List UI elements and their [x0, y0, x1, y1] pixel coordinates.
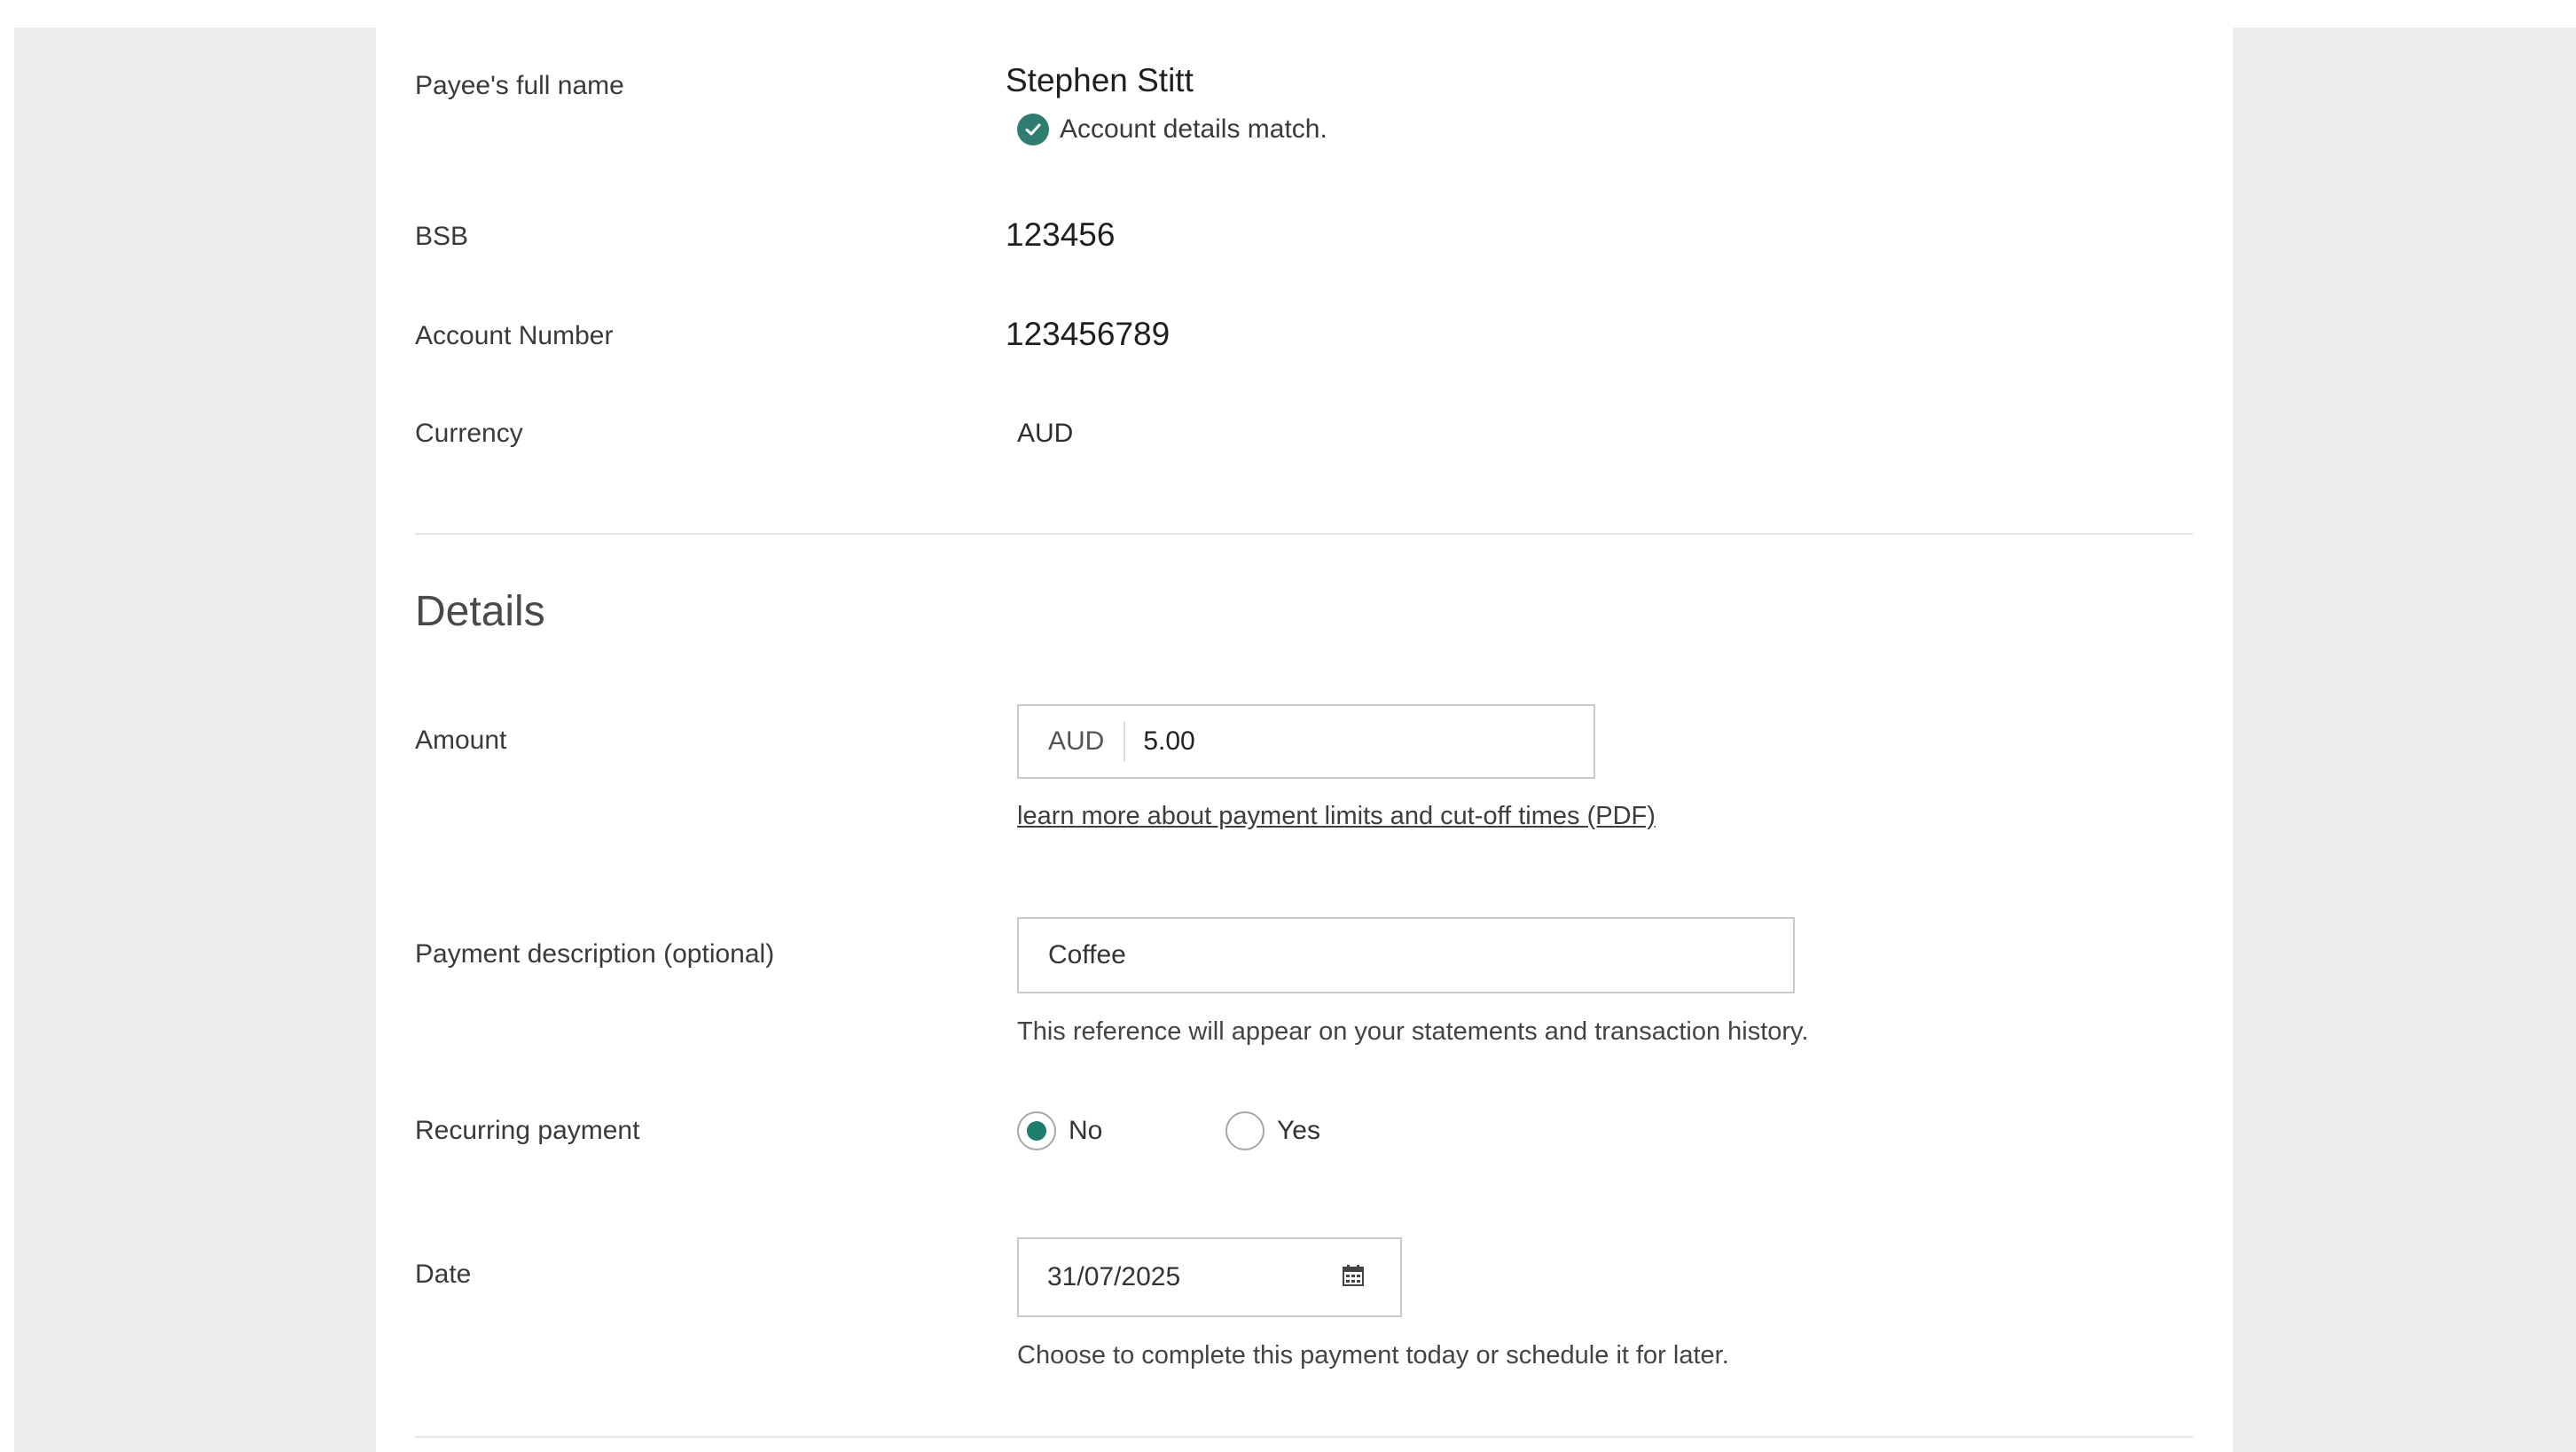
amount-input[interactable]: AUD 5.00 — [1017, 704, 1595, 779]
payment-description-label: Payment description (optional) — [415, 939, 775, 969]
recurring-payment-label: Recurring payment — [415, 1116, 640, 1145]
account-match-text: Account details match. — [1060, 114, 1327, 144]
section-divider — [415, 533, 2193, 535]
payee-name-value: Stephen Stitt — [1006, 62, 1194, 98]
payment-limits-link[interactable]: learn more about payment limits and cut-… — [1017, 802, 1656, 831]
details-heading: Details — [415, 588, 545, 635]
calendar-icon[interactable] — [1342, 1264, 1365, 1291]
radio-selected-icon[interactable] — [1017, 1111, 1056, 1150]
payment-description-input[interactable]: Coffee — [1017, 917, 1795, 993]
date-label: Date — [415, 1260, 472, 1289]
recurring-option-no[interactable]: No — [1017, 1110, 1102, 1152]
account-number-value: 123456789 — [1006, 316, 1171, 352]
amount-currency-prefix: AUD — [1019, 722, 1126, 761]
payment-description-hint: This reference will appear on your state… — [1017, 1017, 1809, 1046]
account-number-label: Account Number — [415, 321, 614, 350]
date-hint: Choose to complete this payment today or… — [1017, 1341, 1729, 1370]
bsb-label: BSB — [415, 222, 469, 251]
radio-unselected-icon[interactable] — [1225, 1111, 1265, 1150]
bsb-value: 123456 — [1006, 216, 1116, 253]
section-divider-bottom — [415, 1436, 2193, 1438]
currency-value: AUD — [1017, 419, 1074, 448]
date-input[interactable]: 31/07/2025 — [1017, 1237, 1402, 1317]
payee-name-label: Payee's full name — [415, 71, 624, 100]
recurring-option-no-label: No — [1069, 1116, 1103, 1145]
amount-value[interactable]: 5.00 — [1125, 726, 1194, 757]
amount-label: Amount — [415, 726, 507, 755]
date-value[interactable]: 31/07/2025 — [1047, 1262, 1180, 1292]
check-circle-icon — [1017, 114, 1049, 145]
account-match-status: Account details match. — [1017, 112, 1327, 147]
currency-label: Currency — [415, 419, 523, 448]
recurring-option-yes[interactable]: Yes — [1225, 1110, 1320, 1152]
recurring-option-yes-label: Yes — [1277, 1116, 1320, 1145]
